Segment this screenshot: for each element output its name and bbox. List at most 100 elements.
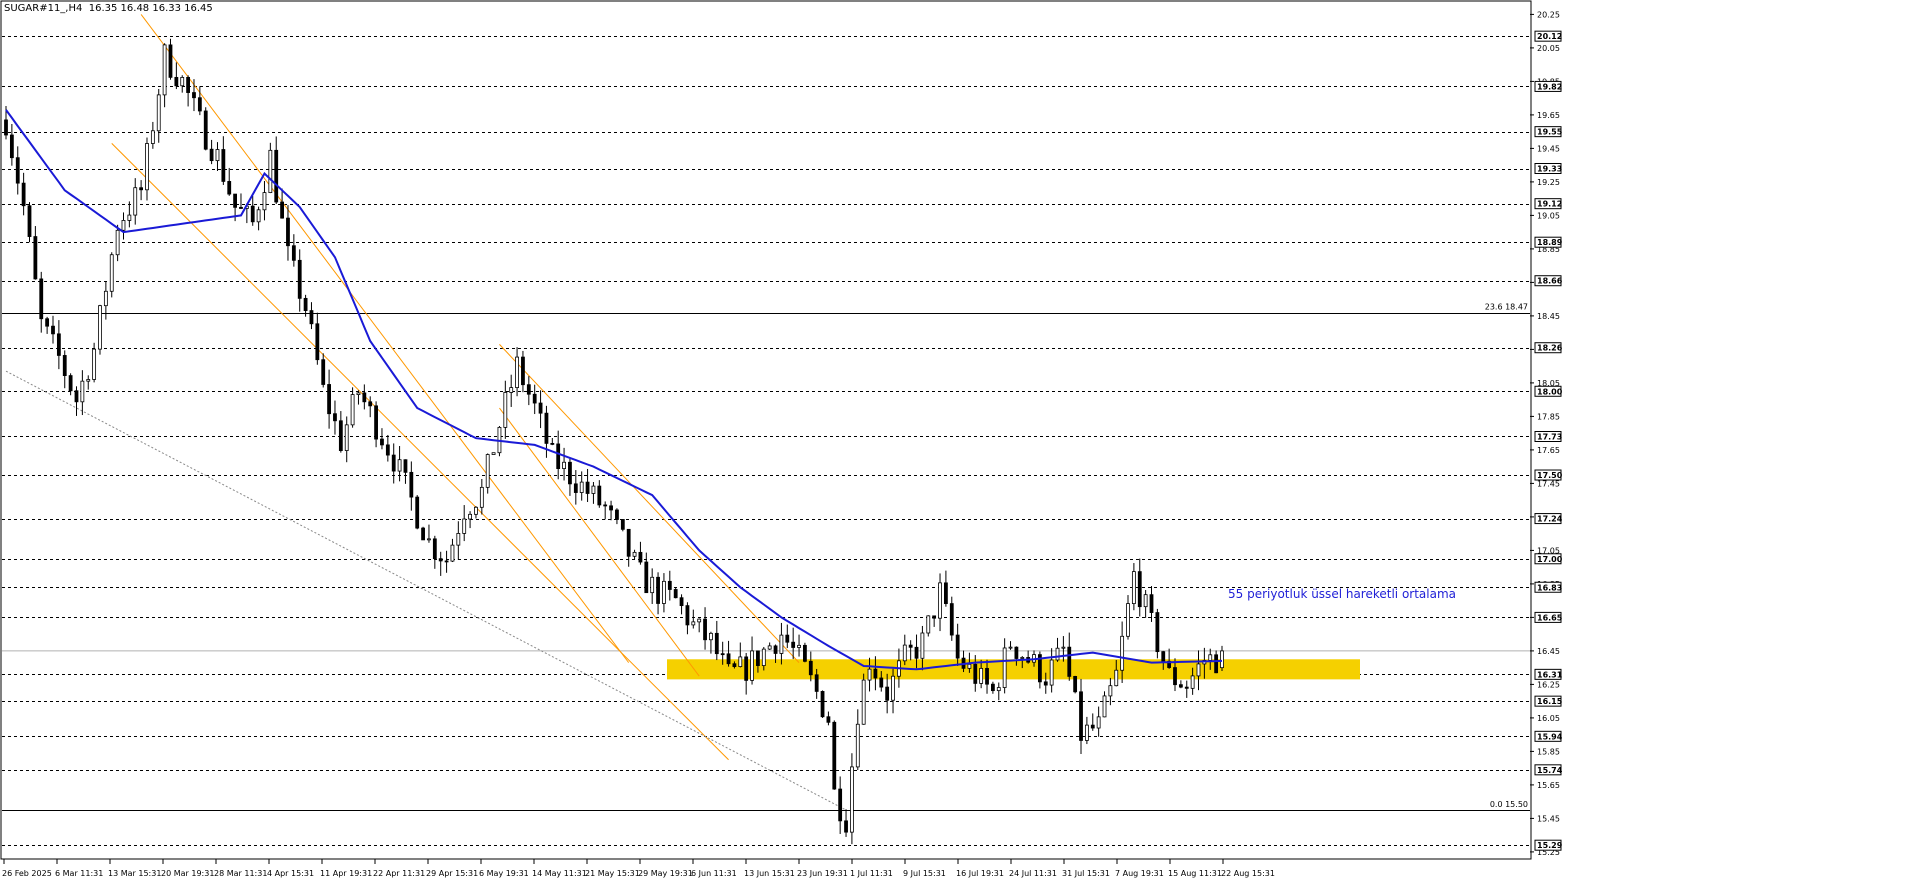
candle-body — [438, 558, 443, 562]
candle-body — [603, 504, 608, 507]
candle-body — [250, 205, 255, 223]
candle-body — [33, 236, 38, 280]
candle-body — [744, 656, 749, 681]
candle-body — [162, 44, 167, 96]
y-tick-label: 15.45 — [1537, 814, 1560, 823]
support-zone — [667, 659, 1360, 680]
x-tick-label: 29 May 19:31 — [638, 869, 693, 878]
candle-body — [850, 766, 854, 833]
candle-body — [39, 278, 44, 320]
candle-body — [544, 412, 549, 444]
candle-body — [656, 576, 660, 604]
candle-body — [714, 632, 719, 655]
candle-body — [385, 444, 390, 456]
candle-body — [444, 560, 449, 563]
y-tick-label: 20.25 — [1537, 10, 1560, 19]
candle-body — [697, 618, 702, 623]
candle-body — [474, 506, 478, 515]
candle-body — [362, 392, 367, 403]
price-chart: 23.6 18.470.0 15.50 20.2520.0519.8519.65… — [0, 0, 1563, 878]
x-tick-label: 14 May 11:31 — [532, 869, 587, 878]
candle-body — [1143, 594, 1148, 608]
candle-body — [51, 325, 55, 335]
y-tick-label: 18.45 — [1537, 312, 1560, 321]
candle-body — [1196, 663, 1201, 677]
candle-body — [938, 582, 942, 619]
candle-body — [814, 674, 819, 692]
candle-body — [1096, 716, 1101, 729]
candle-body — [1114, 669, 1119, 687]
candle-body — [415, 496, 420, 529]
x-tick-label: 26 Feb 2025 — [2, 869, 52, 878]
candle-body — [632, 551, 637, 557]
candle-body — [256, 209, 261, 223]
x-tick-label: 21 May 15:31 — [585, 869, 640, 878]
candle-body — [80, 380, 85, 403]
candle-body — [403, 459, 408, 473]
x-axis: 26 Feb 2025 6 Mar 11:31 13 Mar 15:31 20 Mar… — [2, 859, 1275, 878]
candle-body — [521, 356, 525, 386]
candle-body — [280, 201, 284, 219]
y-tick-label: 17.85 — [1537, 412, 1560, 421]
candle-body — [703, 618, 707, 641]
y-tick-label: 16.45 — [1537, 647, 1560, 656]
candle-body — [27, 205, 32, 237]
level-tag-label: 16.15 — [1537, 697, 1563, 706]
candle-body — [644, 561, 649, 594]
candle-body — [985, 667, 989, 685]
candle-body — [92, 348, 97, 380]
candle-body — [268, 149, 273, 194]
candle-body — [485, 454, 490, 488]
candle-body — [720, 653, 725, 656]
candle-body — [667, 580, 672, 590]
level-tag-label: 16.31 — [1537, 670, 1563, 679]
y-tick-label: 19.45 — [1537, 144, 1560, 153]
candle-body — [732, 663, 737, 668]
level-tag-label: 19.82 — [1537, 82, 1562, 91]
level-tag-label: 18.00 — [1537, 387, 1563, 396]
plot-frame — [0, 0, 1532, 860]
candle-body — [1137, 571, 1142, 608]
candle-body — [127, 214, 132, 221]
candle-body — [1190, 675, 1195, 689]
candle-body — [949, 603, 954, 636]
candle-body — [397, 459, 402, 472]
y-tick-label: 19.05 — [1537, 211, 1560, 220]
candle-body — [174, 76, 179, 87]
y-tick-label: 19.65 — [1537, 111, 1560, 120]
candle-body — [1120, 635, 1125, 671]
x-tick-label: 6 Mar 11:31 — [55, 869, 103, 878]
level-tag-label: 19.55 — [1537, 128, 1563, 137]
x-tick-label: 28 Mar 11:31 — [214, 869, 267, 878]
candle-body — [803, 644, 807, 662]
candle-body — [885, 686, 890, 701]
level-tag-label: 15.94 — [1537, 732, 1563, 741]
x-tick-label: 1 Jul 11:31 — [850, 869, 893, 878]
y-tick-label: 20.05 — [1537, 44, 1560, 53]
candle-body — [221, 149, 226, 182]
candle-body — [532, 393, 537, 404]
candle-body — [344, 424, 349, 451]
candle-body — [327, 384, 331, 415]
candle-body — [462, 518, 467, 534]
y-tick-label: 19.25 — [1537, 178, 1560, 187]
candle-body — [1079, 691, 1083, 741]
candle-body — [286, 217, 290, 247]
y-tick-label: 16.05 — [1537, 714, 1560, 723]
y-tick-label: 15.85 — [1537, 747, 1560, 756]
fib-label: 23.6 18.47 — [1485, 303, 1528, 312]
candle-body — [509, 387, 514, 393]
candle-body — [832, 721, 837, 790]
candle-body — [973, 663, 978, 684]
candle-body — [662, 580, 666, 604]
candle-body — [380, 438, 384, 446]
candle-body — [1155, 612, 1160, 653]
candle-body — [133, 187, 138, 216]
candle-body — [691, 621, 696, 626]
candle-body — [538, 402, 543, 414]
candle-body — [1131, 571, 1136, 605]
candle-body — [150, 130, 155, 144]
candle-body — [879, 677, 884, 688]
x-tick-label: 11 Apr 19:31 — [320, 869, 372, 878]
candle-body — [808, 660, 813, 676]
